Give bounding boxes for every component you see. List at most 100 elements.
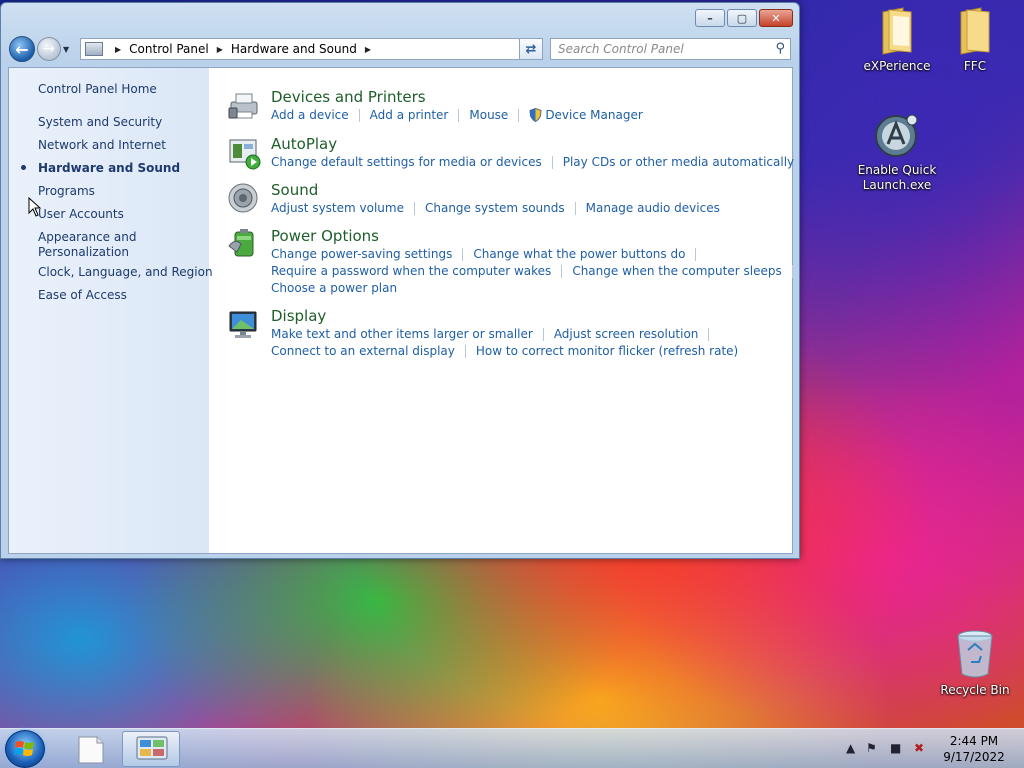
taskbar-control-panel-button[interactable] <box>122 731 180 767</box>
breadcrumb-control-panel[interactable]: Control Panel <box>129 42 209 56</box>
desktop-icon-label: Enable Quick <box>857 163 937 177</box>
desktop-icon-recycle-bin[interactable]: Recycle Bin <box>935 628 1015 698</box>
volume-muted-icon[interactable]: ✖ <box>914 741 924 755</box>
category-power-options[interactable]: Power Options <box>271 227 379 245</box>
action-center-flag-icon[interactable]: ⚑ <box>866 741 877 755</box>
back-arrow-icon: ← <box>15 39 29 59</box>
link-separator <box>464 344 466 358</box>
add-device-link[interactable]: Add a device <box>271 108 349 122</box>
change-system-sounds-link[interactable]: Change system sounds <box>425 201 565 215</box>
sidebar-item-appearance-and-personalization[interactable]: Appearance and Personalization <box>38 230 136 260</box>
category-display[interactable]: Display <box>271 307 326 325</box>
sidebar-item-label-line2: Personalization <box>38 245 129 259</box>
monitor-icon[interactable] <box>227 308 261 342</box>
link-separator <box>561 264 563 278</box>
speaker-icon[interactable] <box>227 181 261 215</box>
close-button[interactable]: ✕ <box>759 9 793 27</box>
sidebar-item-ease-of-access[interactable]: Ease of Access <box>38 288 127 303</box>
battery-icon[interactable] <box>227 226 261 260</box>
search-input[interactable]: Search Control Panel ⚲ <box>550 38 791 60</box>
link-separator <box>518 108 520 122</box>
manage-audio-devices-link[interactable]: Manage audio devices <box>586 201 720 215</box>
close-icon: ✕ <box>771 11 781 25</box>
current-item-bullet-icon <box>21 165 26 170</box>
desktop-icon-ffc[interactable]: FFC <box>935 6 1015 74</box>
link-row: Adjust system volume Change system sound… <box>271 201 720 215</box>
folder-icon <box>882 7 912 55</box>
change-sleep-link[interactable]: Change when the computer sleeps <box>572 264 781 278</box>
play-cds-automatically-link[interactable]: Play CDs or other media automatically <box>563 155 794 169</box>
printer-icon[interactable] <box>227 88 261 122</box>
monitor-flicker-link[interactable]: How to correct monitor flicker (refresh … <box>476 344 738 358</box>
search-placeholder: Search Control Panel <box>558 42 684 56</box>
category-devices-and-printers[interactable]: Devices and Printers <box>271 88 426 106</box>
caption-buttons: – ▢ ✕ <box>695 9 793 27</box>
adjust-screen-resolution-link[interactable]: Adjust screen resolution <box>554 327 699 341</box>
change-media-defaults-link[interactable]: Change default settings for media or dev… <box>271 155 542 169</box>
sidebar-item-system-and-security[interactable]: System and Security <box>38 115 162 130</box>
sidebar-item-control-panel-home[interactable]: Control Panel Home <box>38 82 157 97</box>
sidebar-item-network-and-internet[interactable]: Network and Internet <box>38 138 166 153</box>
control-panel-icon <box>85 42 103 56</box>
maximize-icon: ▢ <box>736 11 748 25</box>
control-panel-window: – ▢ ✕ ← → ▼ ▶ Control Panel ▶ Hardware a… <box>0 2 800 559</box>
minimize-icon: – <box>707 11 713 25</box>
sidebar: Control Panel Home System and Security N… <box>9 68 213 553</box>
search-icon[interactable]: ⚲ <box>775 41 785 56</box>
clock-date: 9/17/2022 <box>943 750 1005 764</box>
autoplay-icon[interactable] <box>227 136 261 170</box>
link-separator <box>413 201 415 215</box>
category-autoplay[interactable]: AutoPlay <box>271 135 337 153</box>
show-hidden-icons-button[interactable]: ▲ <box>846 741 855 755</box>
category-sound[interactable]: Sound <box>271 181 318 199</box>
link-separator <box>542 327 544 341</box>
power-buttons-link[interactable]: Change what the power buttons do <box>473 247 685 261</box>
breadcrumb-chevron-icon[interactable]: ▶ <box>115 45 121 54</box>
start-button[interactable] <box>5 730 45 768</box>
link-row: Add a device Add a printer Mouse Device … <box>271 108 643 122</box>
add-printer-link[interactable]: Add a printer <box>370 108 449 122</box>
recent-pages-button[interactable]: ▼ <box>63 45 73 54</box>
desktop-icon-label-line2: Launch.exe <box>862 178 932 192</box>
link-row: Connect to an external display How to co… <box>271 344 738 358</box>
app-icon <box>875 114 918 157</box>
network-icon[interactable]: ■ <box>890 741 901 755</box>
link-row: Choose a power plan <box>271 281 397 295</box>
link-separator <box>462 247 464 261</box>
link-separator <box>458 108 460 122</box>
desktop-icon-label: FFC <box>963 59 987 73</box>
breadcrumb-hardware-and-sound[interactable]: Hardware and Sound <box>231 42 357 56</box>
minimize-button[interactable]: – <box>695 9 725 27</box>
desktop-icon-label: Recycle Bin <box>940 683 1010 697</box>
desktop-icon-experience[interactable]: eXPerience <box>857 6 937 74</box>
content-area: Control Panel Home System and Security N… <box>8 67 794 554</box>
link-separator <box>358 108 360 122</box>
back-button[interactable]: ← <box>9 36 35 62</box>
sidebar-item-hardware-and-sound: Hardware and Sound <box>38 161 181 175</box>
breadcrumb-chevron-icon[interactable]: ▶ <box>365 45 371 54</box>
require-password-wake-link[interactable]: Require a password when the computer wak… <box>271 264 551 278</box>
taskbar: ▲ ⚑ ■ ✖ 2:44 PM 9/17/2022 <box>0 728 1024 768</box>
desktop-icon-enable-quick-launch[interactable]: Enable Quick Launch.exe <box>857 110 937 193</box>
sidebar-item-clock-language-region[interactable]: Clock, Language, and Region <box>38 265 213 280</box>
make-text-larger-link[interactable]: Make text and other items larger or smal… <box>271 327 533 341</box>
document-icon <box>78 736 104 764</box>
breadcrumb-chevron-icon[interactable]: ▶ <box>217 45 223 54</box>
windows-logo-icon <box>14 741 34 756</box>
sidebar-item-user-accounts[interactable]: User Accounts <box>38 207 124 222</box>
choose-power-plan-link[interactable]: Choose a power plan <box>271 281 397 295</box>
adjust-system-volume-link[interactable]: Adjust system volume <box>271 201 404 215</box>
forward-button[interactable]: → <box>37 37 61 61</box>
refresh-button[interactable]: ⇄ <box>519 38 543 60</box>
clock[interactable]: 2:44 PM 9/17/2022 <box>936 733 1012 765</box>
change-power-saving-link[interactable]: Change power-saving settings <box>271 247 452 261</box>
connect-external-display-link[interactable]: Connect to an external display <box>271 344 455 358</box>
address-bar[interactable]: ▶ Control Panel ▶ Hardware and Sound ▶ ▼ <box>80 38 543 60</box>
device-manager-link[interactable]: Device Manager <box>545 108 642 122</box>
mouse-link[interactable]: Mouse <box>469 108 508 122</box>
taskbar-file-button[interactable] <box>62 731 120 767</box>
maximize-button[interactable]: ▢ <box>727 9 757 27</box>
navigation-bar: ← → ▼ ▶ Control Panel ▶ Hardware and Sou… <box>9 35 791 63</box>
chevron-down-icon: ▼ <box>63 44 70 54</box>
sidebar-item-programs[interactable]: Programs <box>38 184 95 199</box>
